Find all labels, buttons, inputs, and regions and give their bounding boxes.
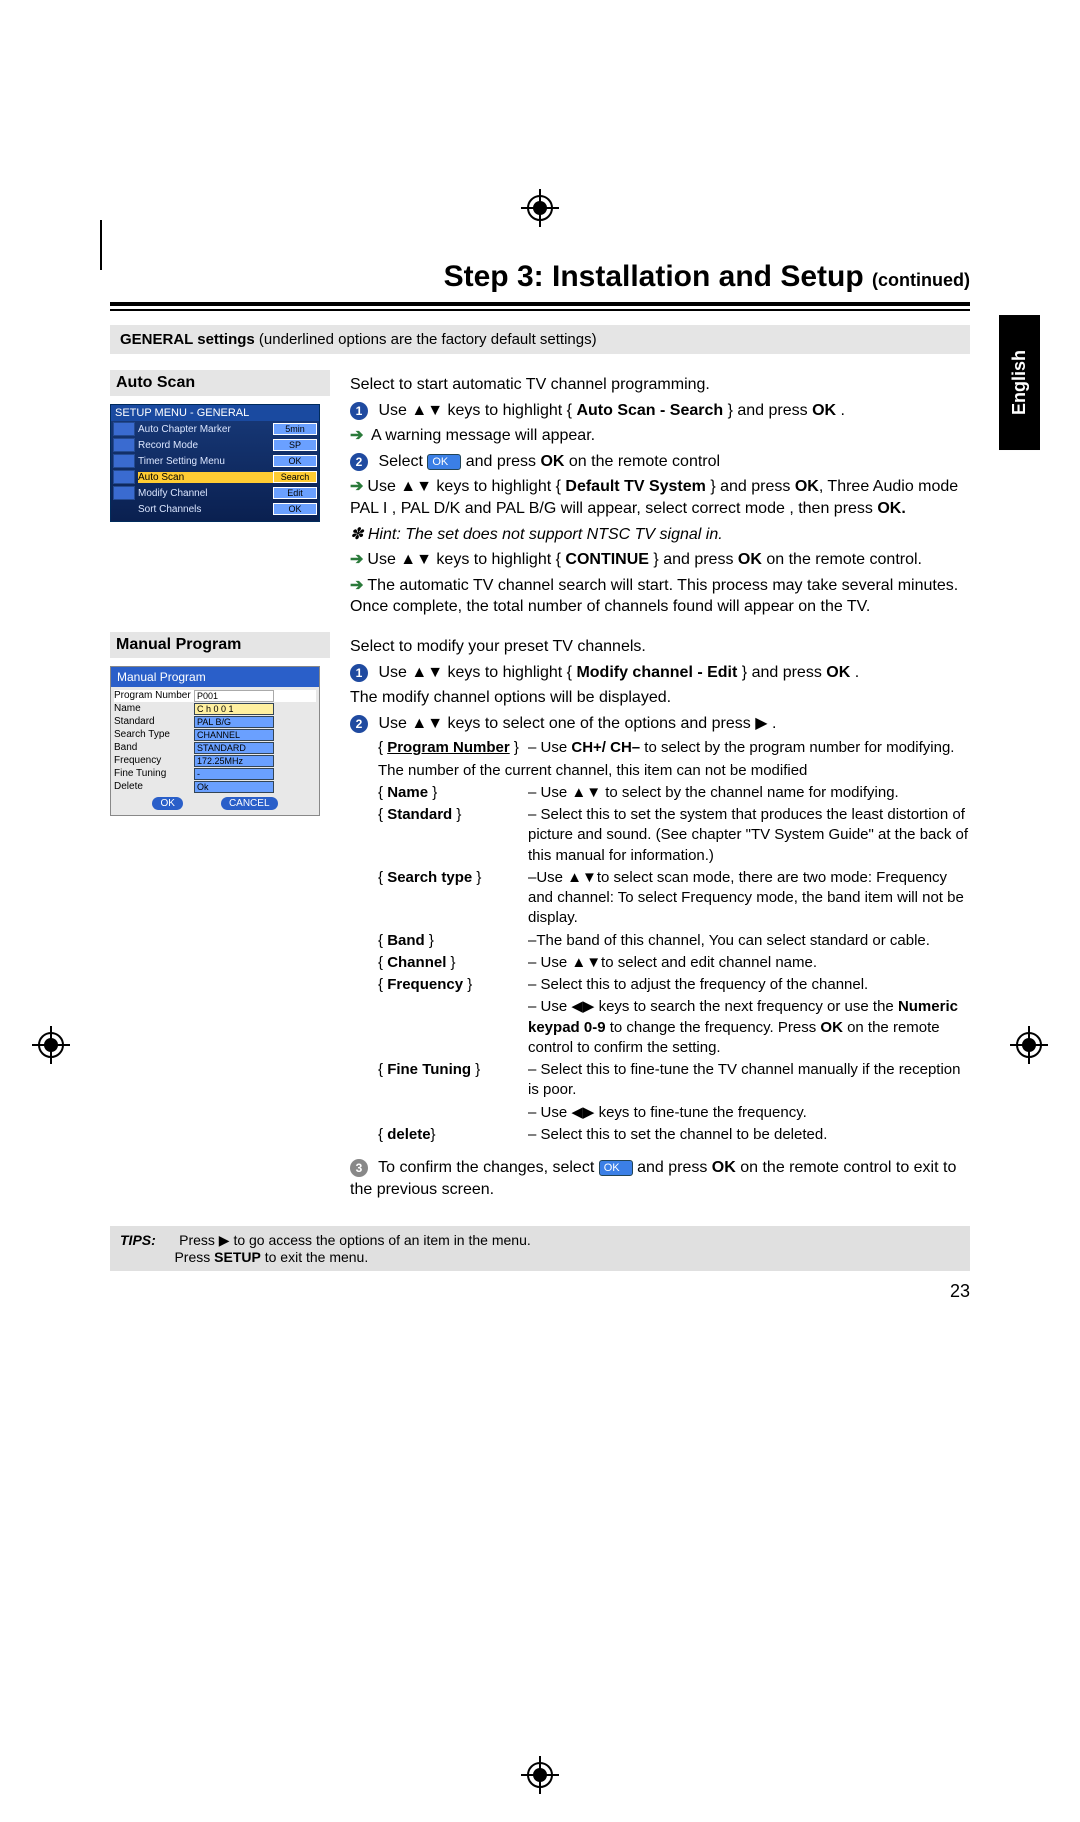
auto-scan-intro: Select to start automatic TV channel pro… bbox=[350, 374, 970, 396]
menu-val: Edit bbox=[273, 487, 317, 499]
auto-scan-step1: 1 Use ▲▼ keys to highlight { Auto Scan -… bbox=[350, 400, 970, 422]
auto-scan-step2: 2 Select OK and press OK on the remote c… bbox=[350, 451, 970, 473]
menu-item: Auto Chapter Marker bbox=[138, 424, 273, 435]
setup-menu-screenshot: SETUP MENU - GENERAL Auto Chapter Marker… bbox=[110, 404, 320, 522]
menu-item-highlighted: Auto Scan bbox=[138, 472, 273, 483]
auto-scan-hint: ✽ Hint: The set does not support NTSC TV… bbox=[350, 524, 970, 546]
mp-label: Fine Tuning bbox=[114, 768, 194, 779]
mp-label: Delete bbox=[114, 781, 194, 792]
auto-scan-sub3: ➔The automatic TV channel search will st… bbox=[350, 575, 970, 618]
manual-step3: 3 To confirm the changes, select OK and … bbox=[350, 1157, 970, 1200]
manual-program-screenshot: Manual Program Program NumberP001 NameC … bbox=[110, 666, 320, 816]
step-icon-1: 1 bbox=[350, 402, 368, 420]
opt-frequency-b: – Use ◀▶ keys to search the next frequen… bbox=[378, 997, 970, 1058]
opt-name: { Name } – Use ▲▼ to select by the chann… bbox=[378, 783, 970, 803]
mp-val: P001 bbox=[194, 690, 274, 702]
auto-scan-heading: Auto Scan bbox=[110, 370, 330, 396]
step-icon-2: 2 bbox=[350, 715, 368, 733]
rule-thick bbox=[110, 302, 970, 306]
arrow-right-icon: ➔ bbox=[350, 478, 363, 495]
tips-line1: Press ▶ to go access the options of an i… bbox=[179, 1232, 531, 1248]
arrow-right-icon: ➔ bbox=[350, 427, 363, 444]
opt-fine-tuning: { Fine Tuning } – Select this to fine-tu… bbox=[378, 1060, 970, 1101]
step-icon-1: 1 bbox=[350, 664, 368, 682]
registration-mark-left bbox=[36, 1030, 66, 1060]
page-title: Step 3: Installation and Setup (continue… bbox=[110, 260, 970, 294]
manual-program-heading: Manual Program bbox=[110, 632, 330, 658]
tips-line2b: to exit the menu. bbox=[261, 1249, 368, 1265]
mp-label: Program Number bbox=[114, 690, 194, 701]
menu-item: Timer Setting Menu bbox=[138, 456, 273, 467]
opt-program-number: { Program Number } – Use CH+/ CH– to sel… bbox=[378, 738, 970, 758]
mp-label: Name bbox=[114, 703, 194, 714]
arrow-right-icon: ➔ bbox=[350, 577, 363, 594]
opt-frequency: { Frequency } – Select this to adjust th… bbox=[378, 975, 970, 995]
menu-val: OK bbox=[273, 455, 317, 467]
mp-val: C h 0 0 1 bbox=[194, 703, 274, 715]
tips-bar: TIPS: Press ▶ to go access the options o… bbox=[110, 1226, 970, 1271]
registration-mark-right bbox=[1014, 1030, 1044, 1060]
mp-label: Search Type bbox=[114, 729, 194, 740]
mp-val: 172.25MHz bbox=[194, 755, 274, 767]
page-number: 23 bbox=[110, 1281, 970, 1302]
opt-channel: { Channel } – Use ▲▼to select and edit c… bbox=[378, 953, 970, 973]
manual-step1: 1 Use ▲▼ keys to highlight { Modify chan… bbox=[350, 662, 970, 684]
registration-mark-bottom bbox=[525, 1760, 555, 1790]
mp-label: Band bbox=[114, 742, 194, 753]
general-bold: GENERAL settings bbox=[120, 331, 255, 348]
opt-search-type: { Search type } –Use ▲▼to select scan mo… bbox=[378, 868, 970, 929]
step-icon-3: 3 bbox=[350, 1159, 368, 1177]
registration-mark-top bbox=[525, 193, 555, 223]
manual-step2: 2 Use ▲▼ keys to select one of the optio… bbox=[350, 713, 970, 735]
mp-label: Frequency bbox=[114, 755, 194, 766]
mp-label: Standard bbox=[114, 716, 194, 727]
ok-pill-icon: OK bbox=[599, 1160, 633, 1176]
opt-band: { Band } –The band of this channel, You … bbox=[378, 931, 970, 951]
manual-step1-d: The modify channel options will be displ… bbox=[350, 687, 970, 709]
menu-item: Modify Channel bbox=[138, 488, 273, 499]
menu-title: SETUP MENU - GENERAL bbox=[111, 405, 319, 421]
title-main: Step 3: Installation and Setup bbox=[444, 260, 864, 293]
mp-val: CHANNEL bbox=[194, 729, 274, 741]
general-rest: (underlined options are the factory defa… bbox=[255, 331, 597, 348]
tips-label: TIPS: bbox=[120, 1232, 156, 1248]
menu-val: OK bbox=[273, 503, 317, 515]
language-tab: English bbox=[999, 315, 1040, 450]
mp-ok-button: OK bbox=[152, 797, 182, 810]
ok-pill-icon: OK bbox=[427, 454, 461, 470]
auto-scan-sub2: ➔Use ▲▼ keys to highlight { CONTINUE } a… bbox=[350, 549, 970, 571]
crop-mark bbox=[100, 220, 102, 270]
rule-thin bbox=[110, 309, 970, 311]
general-settings-bar: GENERAL settings (underlined options are… bbox=[110, 325, 970, 354]
opt-program-note: The number of the current channel, this … bbox=[378, 761, 970, 781]
menu-item: Record Mode bbox=[138, 440, 273, 451]
mp-cancel-button: CANCEL bbox=[221, 797, 278, 810]
auto-scan-sub1: ➔Use ▲▼ keys to highlight { Default TV S… bbox=[350, 476, 970, 519]
manual-intro: Select to modify your preset TV channels… bbox=[350, 636, 970, 658]
menu-item: Sort Channels bbox=[138, 504, 273, 515]
mp-title: Manual Program bbox=[111, 667, 319, 687]
opt-standard: { Standard } – Select this to set the sy… bbox=[378, 805, 970, 866]
arrow-right-icon: ➔ bbox=[350, 551, 363, 568]
mp-val: STANDARD bbox=[194, 742, 274, 754]
title-continued: (continued) bbox=[872, 270, 970, 290]
tips-line2a: Press bbox=[174, 1249, 214, 1265]
menu-val: SP bbox=[273, 439, 317, 451]
mp-val: PAL B/G bbox=[194, 716, 274, 728]
menu-val: Search bbox=[273, 471, 317, 483]
opt-delete: { delete} – Select this to set the chann… bbox=[378, 1125, 970, 1145]
step-icon-2: 2 bbox=[350, 453, 368, 471]
tips-line2-bold: SETUP bbox=[214, 1249, 261, 1265]
opt-fine-tuning-b: – Use ◀▶ keys to fine-tune the frequency… bbox=[378, 1103, 970, 1123]
mp-val: Ok bbox=[194, 781, 274, 793]
auto-scan-step1-arrow: ➔ A warning message will appear. bbox=[350, 425, 970, 447]
mp-val: - bbox=[194, 768, 274, 780]
menu-val: 5min bbox=[273, 423, 317, 435]
